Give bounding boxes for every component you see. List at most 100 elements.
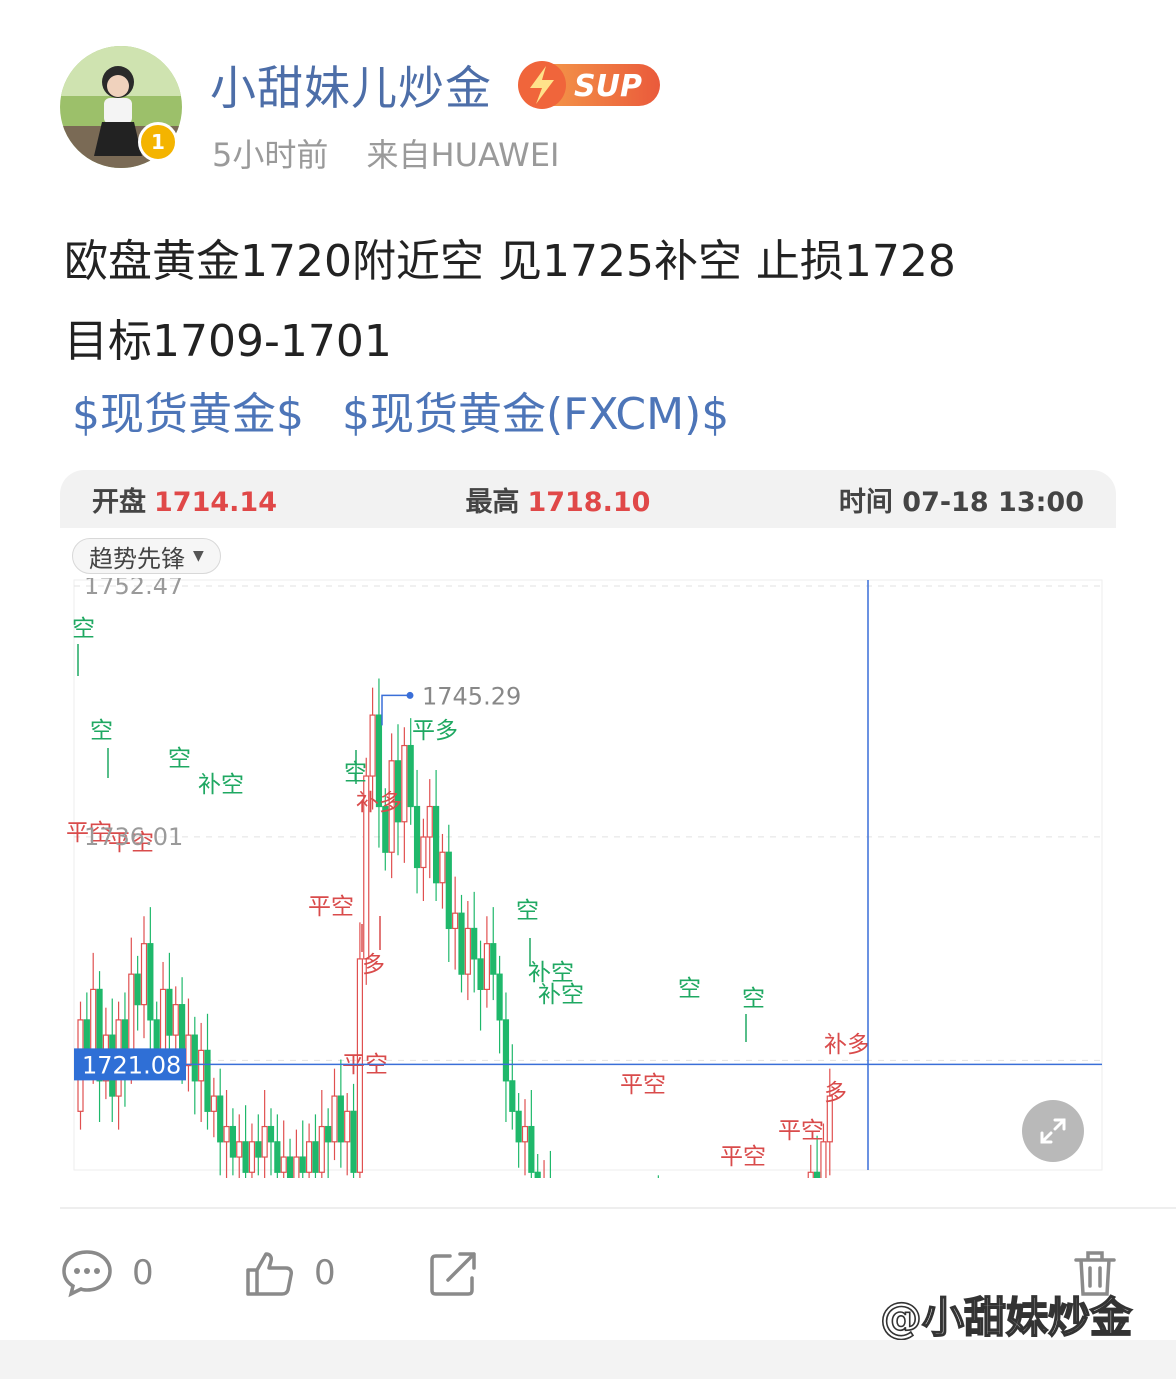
caret-down-icon: ▼: [193, 548, 204, 564]
tag-link[interactable]: $现货黄金$: [72, 389, 304, 440]
thumbs-up-icon: [246, 1252, 293, 1296]
candle: [420, 836, 427, 869]
post-text-line-2: 目标1709-1701: [64, 316, 392, 367]
candle: [242, 1141, 249, 1173]
candle: [413, 805, 421, 869]
quote-header: 开盘 1714.14 最高 1718.10 时间 07-18 13:00: [60, 470, 1116, 528]
candle: [452, 912, 459, 930]
candle: [248, 1141, 256, 1173]
time-quote: 时间 07-18 13:00: [839, 480, 1084, 519]
candle: [325, 1125, 332, 1143]
share-button[interactable]: [428, 1248, 498, 1298]
candle: [515, 1110, 522, 1143]
candle: [286, 1156, 294, 1178]
candle: [458, 912, 465, 975]
candle: [483, 943, 490, 991]
signal-label: 平多: [412, 718, 458, 744]
post-text-line-1: 欧盘黄金1720附近空 见1725补空 止损1728: [64, 236, 956, 287]
candle: [471, 927, 478, 960]
candle: [147, 943, 154, 1021]
candle: [528, 1125, 535, 1173]
signal-label: 平空: [308, 894, 354, 920]
vip-badge-label: SUP: [574, 69, 642, 104]
candle: [261, 1125, 268, 1158]
candle: [223, 1125, 230, 1143]
candle: [820, 1141, 827, 1178]
indicator-dropdown[interactable]: 趋势先锋 ▼: [72, 538, 221, 574]
level-badge: 1: [138, 122, 178, 162]
like-button[interactable]: 0: [244, 1248, 336, 1298]
price-tick-label: 1736.01: [84, 823, 183, 851]
candle: [134, 973, 141, 1006]
bottom-bar: [0, 1340, 1176, 1379]
chart-frame: [73, 579, 1103, 1171]
post-time: 5小时前: [212, 136, 329, 174]
expand-button[interactable]: [1022, 1100, 1084, 1162]
candle: [306, 1141, 313, 1173]
candle: [229, 1125, 236, 1158]
candle: [255, 1141, 262, 1158]
kline-card[interactable]: 开盘 1714.14 最高 1718.10 时间 07-18 13:00 趋势先锋 …: [60, 470, 1116, 1180]
comment-count: 0: [132, 1253, 154, 1293]
candle: [813, 1171, 821, 1178]
indicator-label: 趋势先锋: [89, 544, 185, 573]
candle: [337, 1095, 344, 1143]
candle: [166, 988, 173, 1036]
candle: [90, 988, 97, 1051]
candle: [426, 805, 433, 838]
signal-label: 平空: [620, 1072, 666, 1098]
expand-icon: [1040, 1118, 1066, 1144]
candle: [140, 943, 148, 1006]
candle: [509, 1080, 516, 1112]
username[interactable]: 小甜妹儿炒金: [210, 52, 492, 118]
candle: [331, 1095, 338, 1143]
signal-label: 空: [72, 616, 95, 642]
high-quote: 最高 1718.10: [465, 480, 650, 519]
candle: [502, 1019, 510, 1082]
max-marker-label: 1745.29: [422, 682, 521, 710]
tag-link[interactable]: $现货黄金(FXCM)$: [342, 389, 729, 440]
candle: [344, 1110, 351, 1143]
candle: [172, 1004, 179, 1036]
candle: [280, 1156, 287, 1173]
signal-label: 补多: [356, 790, 402, 816]
high-label: 最高: [465, 486, 520, 518]
candle: [204, 1049, 211, 1112]
signal-label: 补空: [538, 982, 584, 1008]
open-label: 开盘: [92, 486, 146, 518]
post-meta: 5小时前 来自HUAWEI: [212, 130, 587, 176]
comment-button[interactable]: 0: [60, 1248, 154, 1298]
signal-label: 空: [516, 898, 539, 924]
candle: [267, 1125, 275, 1143]
candle: [534, 1171, 541, 1178]
open-value: 1714.14: [154, 486, 277, 518]
signal-label: 多: [362, 952, 385, 978]
candle: [299, 1156, 306, 1173]
price-tick-label: 1752.47: [84, 578, 183, 600]
watermark: @小甜妹炒金: [879, 1292, 1133, 1343]
kline-chart[interactable]: 空空空补空平空平空空补多平多平空多平空空补空补空空空平空平空平空多补多 1752…: [60, 578, 1116, 1178]
candle: [217, 1095, 224, 1143]
post-source: 来自HUAWEI: [366, 136, 560, 174]
candle: [293, 1156, 300, 1178]
candle: [369, 714, 376, 777]
signal-label: 空: [168, 746, 191, 772]
candle: [274, 1141, 281, 1173]
candle: [445, 851, 452, 930]
crosshair-price-label: 1721.08: [82, 1051, 181, 1079]
candle: [350, 1110, 357, 1173]
share-icon: [430, 1252, 476, 1296]
divider: [60, 1207, 1176, 1209]
open-quote: 开盘 1714.14: [92, 480, 277, 519]
high-value: 1718.10: [527, 486, 651, 518]
vip-badge: SUP: [516, 60, 662, 110]
like-count: 0: [314, 1253, 336, 1293]
candle: [464, 927, 471, 975]
candle: [159, 988, 167, 1051]
comment-icon: [62, 1250, 112, 1298]
candle: [807, 1171, 814, 1178]
post-text: 欧盘黄金1720附近空 见1725补空 止损1728 目标1709-1701: [64, 222, 1114, 382]
candle: [185, 1034, 192, 1067]
signal-label: 补多: [824, 1032, 870, 1058]
candle: [496, 973, 503, 1021]
